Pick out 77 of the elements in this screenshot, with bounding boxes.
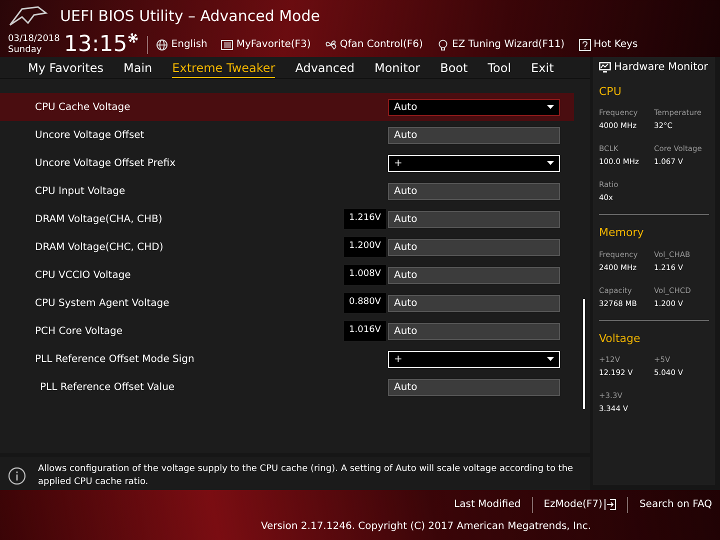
exit-icon	[604, 499, 616, 510]
list-icon	[221, 38, 234, 50]
nav-tab[interactable]: Boot	[440, 59, 468, 78]
caret-icon	[547, 161, 554, 165]
toolbar-button[interactable]: EZ Tuning Wizard(F11)	[436, 37, 565, 52]
setting-label: CPU System Agent Voltage	[34, 296, 170, 310]
setting-label: PLL Reference Offset Value	[39, 380, 176, 394]
scrollbar-thumb[interactable]	[583, 299, 585, 409]
globe-icon	[156, 38, 168, 50]
dropdown[interactable]: +	[388, 154, 560, 172]
setting-label: Uncore Voltage Offset Prefix	[34, 156, 177, 170]
input-field[interactable]: Auto	[388, 126, 560, 144]
footer-link[interactable]: Search on FAQ	[639, 497, 712, 512]
input-field[interactable]: Auto	[388, 182, 560, 200]
section-title: Memory	[599, 225, 645, 242]
toolbar-button[interactable]: MyFavorite(F3)	[221, 37, 311, 52]
input-field[interactable]: Auto	[388, 378, 560, 396]
setting-label: DRAM Voltage(CHA, CHB)	[34, 212, 164, 226]
nav-tab[interactable]: Main	[123, 59, 152, 78]
input-field[interactable]: Auto	[388, 238, 560, 256]
nav-tab[interactable]: Advanced	[295, 59, 354, 78]
dropdown[interactable]: Auto	[388, 98, 560, 116]
monitor-icon	[599, 62, 611, 74]
setting-label: CPU Input Voltage	[34, 184, 126, 198]
voltage-reading: 1.216V	[344, 209, 386, 229]
setting-label: CPU VCCIO Voltage	[34, 268, 132, 282]
date-text: 03/18/2018	[8, 34, 60, 44]
setting-label: PLL Reference Offset Mode Sign	[34, 352, 196, 366]
copyright-text: Version 2.17.1246. Copyright (C) 2017 American Megatrends, Inc.	[260, 520, 592, 534]
setting-label: Uncore Voltage Offset	[34, 128, 146, 142]
voltage-reading: 0.880V	[344, 293, 386, 313]
settings-row[interactable]: CPU System Agent Voltage 0.880V Auto	[0, 289, 574, 317]
input-field[interactable]: Auto	[388, 322, 560, 340]
setting-label: PCH Core Voltage	[34, 324, 124, 338]
toolbar-button[interactable]: English	[156, 37, 208, 52]
settings-row[interactable]: Uncore Voltage Offset Auto	[0, 121, 574, 149]
selected-row[interactable]: CPU Cache Voltage Auto	[0, 93, 574, 121]
nav-tab[interactable]: Tool	[488, 59, 512, 78]
footer-link[interactable]: Last Modified	[454, 497, 521, 512]
setting-label: DRAM Voltage(CHC, CHD)	[34, 240, 164, 254]
lightbulb-icon	[436, 38, 449, 50]
settings-row[interactable]: DRAM Voltage(CHC, CHD) 1.200V Auto	[0, 233, 574, 261]
input-field[interactable]: Auto	[388, 266, 560, 284]
info-icon	[8, 467, 26, 485]
section-title: Voltage	[599, 330, 642, 347]
settings-row[interactable]: PCH Core Voltage 1.016V Auto	[0, 317, 574, 345]
nav-tab[interactable]: Exit	[531, 59, 554, 78]
settings-row[interactable]: PLL Reference Offset Mode Sign +	[0, 345, 574, 373]
settings-icon[interactable]	[127, 32, 140, 44]
panel-title: Hardware Monitor	[614, 60, 708, 75]
day-text: Sunday	[8, 44, 43, 56]
fan-icon	[324, 38, 337, 50]
input-field[interactable]: Auto	[388, 294, 560, 312]
clock-text: 13:15	[64, 32, 128, 56]
voltage-reading: 1.200V	[344, 237, 386, 257]
toolbar-button[interactable]: Hot Keys	[578, 37, 638, 52]
window-title: UEFI BIOS Utility – Advanced Mode	[60, 6, 320, 27]
voltage-reading: 1.016V	[344, 321, 386, 341]
settings-row[interactable]: Uncore Voltage Offset Prefix +	[0, 149, 574, 177]
section-title: CPU	[599, 84, 622, 100]
input-field[interactable]: Auto	[388, 210, 560, 228]
dropdown[interactable]: +	[388, 350, 560, 368]
footer-link[interactable]: EzMode(F7)	[544, 497, 616, 512]
settings-row[interactable]: PLL Reference Offset Value Auto	[0, 373, 574, 401]
logo-icon	[8, 5, 48, 27]
caret-icon	[547, 357, 554, 361]
settings-row[interactable]: CPU Input Voltage Auto	[0, 177, 574, 205]
help-text: Allows configuration of the voltage supply to the CPU cache (ring). A setting of Auto will scale voltage according to the applied CPU cache ratio.	[38, 463, 574, 489]
nav-tab[interactable]: Monitor	[374, 59, 420, 78]
nav-tab[interactable]: My Favorites	[28, 59, 104, 78]
setting-label: CPU Cache Voltage	[34, 100, 132, 114]
settings-row[interactable]: DRAM Voltage(CHA, CHB) 1.216V Auto	[0, 205, 574, 233]
toolbar-button[interactable]: Qfan Control(F6)	[324, 37, 423, 52]
caret-icon	[547, 105, 554, 109]
settings-row[interactable]: CPU VCCIO Voltage 1.008V Auto	[0, 261, 574, 289]
voltage-reading: 1.008V	[344, 265, 386, 285]
help-icon	[578, 38, 591, 50]
